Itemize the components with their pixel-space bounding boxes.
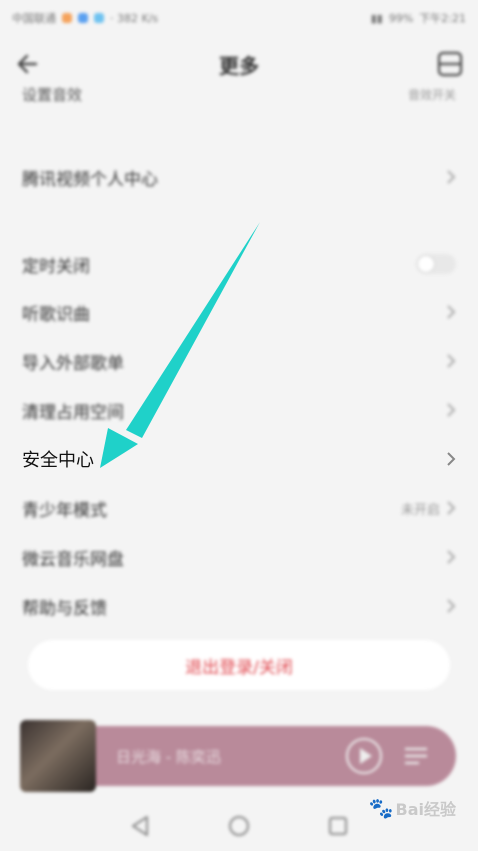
row-label: 腾讯视频个人中心 — [22, 169, 158, 190]
row-right — [446, 598, 456, 614]
chevron-right-icon — [447, 403, 456, 417]
clock: 下午2:21 — [419, 12, 466, 25]
play-icon[interactable] — [344, 736, 384, 776]
album-cover[interactable] — [20, 720, 96, 792]
row-label: 清理占用空间 — [22, 402, 124, 423]
row-right — [446, 304, 456, 320]
mini-player[interactable]: 日光海 - 陈奕迅 — [20, 720, 456, 792]
row-tencent-video-center[interactable]: 腾讯视频个人中心 — [0, 153, 478, 201]
network-speed: · 382 K/s — [110, 11, 159, 25]
row-teen-mode[interactable]: 青少年模式 未开启 — [0, 484, 478, 532]
chevron-right-icon — [447, 599, 456, 613]
row-label: 导入外部歌单 — [22, 353, 124, 374]
sound-effect-row[interactable]: 设置音效 音效开关 — [0, 80, 478, 108]
watermark-text: Bai经验 — [395, 800, 456, 819]
scan-icon[interactable] — [436, 50, 464, 78]
status-left: 中国联通 · 382 K/s — [12, 10, 158, 26]
row-song-recognition[interactable]: 听歌识曲 — [0, 288, 478, 336]
chevron-right-icon — [447, 354, 456, 368]
row-right — [446, 549, 456, 565]
row-label: 听歌识曲 — [22, 304, 90, 325]
row-label: 定时关闭 — [22, 256, 90, 277]
row-security-center[interactable]: 安全中心 — [0, 435, 478, 483]
chevron-right-icon — [447, 550, 456, 564]
nav-back-icon[interactable] — [127, 813, 153, 839]
battery-level: 99% — [388, 11, 414, 25]
row-right — [446, 402, 456, 418]
page-title: 更多 — [219, 53, 259, 78]
sound-effect-value: 音效开关 — [407, 87, 456, 102]
row-right — [446, 451, 456, 467]
nav-recents-icon[interactable] — [325, 813, 351, 839]
watermark: 🐾 Bai经验 — [369, 796, 456, 820]
row-help-feedback[interactable]: 帮助与反馈 — [0, 582, 478, 630]
nav-home-icon[interactable] — [226, 813, 252, 839]
row-sleep-timer[interactable]: 定时关闭 — [0, 240, 478, 288]
signal-icon: ▮▮ — [370, 11, 383, 25]
row-label: 安全中心 — [22, 450, 94, 471]
carrier-text: 中国联通 — [12, 12, 56, 25]
row-right — [446, 169, 456, 185]
chevron-right-icon — [447, 452, 456, 466]
app-notification-icon-2 — [94, 13, 104, 23]
chevron-right-icon — [447, 170, 456, 184]
chevron-right-icon — [447, 305, 456, 319]
status-bar: 中国联通 · 382 K/s ▮▮ 99% 下午2:21 — [0, 0, 478, 36]
teen-mode-status: 未开启 — [400, 502, 440, 518]
row-cloud-drive[interactable]: 微云音乐网盘 — [0, 533, 478, 581]
row-right — [416, 254, 456, 274]
row-right — [446, 353, 456, 369]
chevron-right-icon — [447, 501, 456, 515]
app-notification-icon — [78, 13, 88, 23]
sound-effect-label: 设置音效 — [22, 85, 83, 104]
toggle-knob — [418, 256, 434, 272]
row-right: 未开启 — [401, 499, 456, 518]
row-label: 微云音乐网盘 — [22, 549, 124, 570]
row-label: 青少年模式 — [22, 500, 107, 521]
playlist-icon[interactable] — [402, 742, 430, 770]
row-import-playlist[interactable]: 导入外部歌单 — [0, 337, 478, 385]
now-playing-title: 日光海 - 陈奕迅 — [116, 748, 221, 766]
status-right: ▮▮ 99% 下午2:21 — [371, 10, 466, 26]
logout-button[interactable]: 退出登录/关闭 — [28, 640, 450, 690]
row-label: 帮助与反馈 — [22, 598, 107, 619]
row-clear-storage[interactable]: 清理占用空间 — [0, 386, 478, 434]
paw-icon: 🐾 — [368, 796, 394, 820]
back-arrow-icon[interactable] — [14, 50, 42, 78]
notification-icon — [62, 13, 72, 23]
sleep-timer-toggle[interactable] — [416, 254, 456, 274]
